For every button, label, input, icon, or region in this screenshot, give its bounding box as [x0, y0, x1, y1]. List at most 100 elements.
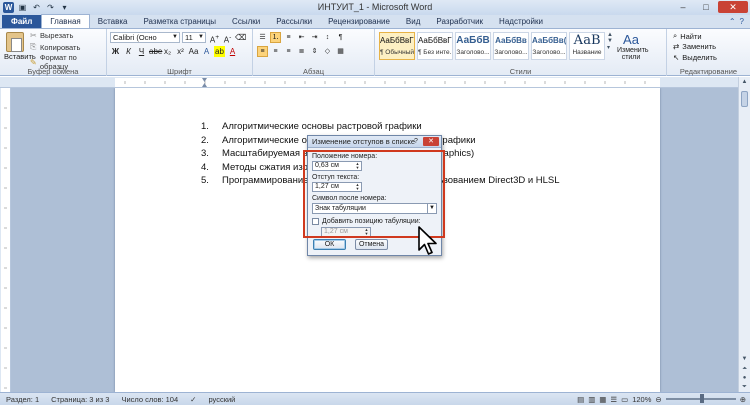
sort-icon[interactable]: ↕	[322, 32, 333, 43]
section-indicator[interactable]: Раздел: 1	[0, 395, 45, 404]
help-icon[interactable]: ?	[740, 17, 744, 26]
decrease-indent-icon[interactable]: ⇤	[296, 32, 307, 43]
bullets-icon[interactable]: ☰	[257, 32, 268, 43]
draft-view-icon[interactable]: ▭	[621, 395, 628, 404]
outline-view-icon[interactable]: ☰	[610, 395, 617, 404]
tab-view[interactable]: Вид	[398, 15, 428, 28]
style-normal[interactable]: АаБбВвГг, ¶ Обычный	[379, 32, 415, 60]
grow-font-icon[interactable]: A+	[209, 32, 220, 45]
print-layout-icon[interactable]: ▤	[577, 395, 584, 404]
tab-review[interactable]: Рецензирование	[320, 15, 398, 28]
tab-file[interactable]: Файл	[2, 15, 42, 28]
chevron-down-icon[interactable]: ▼	[427, 204, 436, 213]
select-button[interactable]: ↖ Выделить	[673, 53, 717, 62]
minimize-ribbon-icon[interactable]: ⌃	[729, 17, 736, 26]
numbering-icon[interactable]: ⒈	[270, 32, 281, 43]
tab-page-layout[interactable]: Разметка страницы	[135, 15, 224, 28]
bold-icon[interactable]: Ж	[110, 46, 121, 57]
subscript-icon[interactable]: x₂	[162, 46, 173, 57]
superscript-icon[interactable]: x²	[175, 46, 186, 57]
shading-icon[interactable]: ◇	[322, 46, 333, 57]
redo-icon[interactable]: ↷	[45, 2, 56, 13]
add-tab-checkbox[interactable]	[312, 218, 319, 225]
language-indicator[interactable]: русский	[202, 395, 241, 404]
help-icon[interactable]: ?	[411, 137, 421, 146]
change-styles-button[interactable]: Aa Изменить стили	[617, 32, 649, 61]
cut-button[interactable]: ✂ Вырезать	[30, 31, 73, 40]
zoom-in-icon[interactable]: ⊕	[740, 395, 746, 404]
number-position-input[interactable]: 0,63 см ▲ ▼	[312, 161, 362, 171]
dialog-title-bar[interactable]: Изменение отступов в списке ? ✕	[308, 136, 441, 148]
scroll-down-icon[interactable]: ▼	[739, 354, 750, 364]
style-no-spacing[interactable]: АаБбВвГг, ¶ Без инте...	[417, 32, 453, 60]
styles-scroll[interactable]: ▲ ▼ ▾	[607, 32, 615, 61]
dialog-close-button[interactable]: ✕	[423, 137, 439, 146]
font-name-box[interactable]: Calibri (Осно ▼	[110, 32, 180, 43]
spinner-arrows-icon[interactable]: ▲ ▼	[354, 162, 361, 170]
web-layout-icon[interactable]: ▦	[599, 395, 606, 404]
tab-insert[interactable]: Вставка	[90, 15, 136, 28]
highlight-icon[interactable]: ab	[214, 46, 225, 57]
full-screen-reading-icon[interactable]: ▥	[588, 395, 595, 404]
paste-button[interactable]: Вставить	[4, 32, 36, 61]
close-button[interactable]: ✕	[718, 1, 748, 13]
italic-icon[interactable]: К	[123, 46, 134, 57]
tab-mailings[interactable]: Рассылки	[268, 15, 320, 28]
tab-references[interactable]: Ссылки	[224, 15, 268, 28]
font-size-box[interactable]: 11 ▼	[182, 32, 206, 43]
word-count[interactable]: Число слов: 104	[115, 395, 184, 404]
add-tab-checkbox-row[interactable]: Добавить позицию табуляции:	[312, 217, 437, 226]
vertical-ruler[interactable]	[0, 88, 11, 392]
style-heading-2[interactable]: АаБбВв Заголово...	[493, 32, 529, 60]
save-icon[interactable]: ▣	[17, 2, 28, 13]
zoom-slider[interactable]	[665, 394, 736, 403]
style-heading-1[interactable]: АаБбВ Заголово...	[455, 32, 491, 60]
customize-toolbar-icon[interactable]: ▾	[59, 2, 70, 13]
borders-icon[interactable]: ▦	[335, 46, 346, 57]
align-center-icon[interactable]: ≡	[270, 46, 281, 57]
undo-icon[interactable]: ↶	[31, 2, 42, 13]
pilcrow-icon[interactable]: ¶	[335, 32, 346, 43]
cancel-button[interactable]: Отмена	[355, 239, 388, 250]
scrollbar-thumb[interactable]	[741, 91, 748, 107]
find-button[interactable]: ⌕ Найти	[673, 31, 702, 41]
vertical-scrollbar[interactable]: ▲ ▼ ⏶ ● ⏷	[738, 77, 750, 392]
text-effects-icon[interactable]: A	[201, 46, 212, 57]
zoom-out-icon[interactable]: ⊖	[655, 395, 661, 404]
increase-indent-icon[interactable]: ⇥	[309, 32, 320, 43]
scroll-up-icon[interactable]: ▲	[739, 77, 750, 87]
page-indicator[interactable]: Страница: 3 из 3	[45, 395, 115, 404]
word-logo-icon[interactable]: W	[3, 2, 14, 13]
copy-button[interactable]: ⎘ Копировать	[30, 42, 80, 52]
align-left-icon[interactable]: ≡	[257, 46, 268, 57]
tab-addins[interactable]: Надстройки	[491, 15, 551, 28]
line-spacing-icon[interactable]: ⇕	[309, 46, 320, 57]
horizontal-ruler[interactable]	[0, 77, 750, 88]
next-page-icon[interactable]: ⏷	[739, 382, 750, 392]
clear-format-icon[interactable]: ⌫	[235, 32, 246, 43]
follow-number-select[interactable]: Знак табуляции ▼	[312, 203, 437, 214]
zoom-slider-knob[interactable]	[700, 394, 705, 403]
multilevel-list-icon[interactable]: ≡	[283, 32, 294, 43]
style-heading-3[interactable]: АаБбВв(Заголово...	[531, 32, 567, 60]
tab-developer[interactable]: Разработчик	[428, 15, 491, 28]
align-right-icon[interactable]: ≡	[283, 46, 294, 57]
minimize-button[interactable]: –	[672, 1, 694, 13]
change-case-icon[interactable]: Аа	[188, 46, 199, 57]
text-indent-input[interactable]: 1,27 см ▲ ▼	[312, 182, 362, 192]
zoom-level[interactable]: 120%	[632, 395, 651, 404]
style-title[interactable]: АаВ Название	[569, 32, 605, 60]
shrink-font-icon[interactable]: A-	[222, 32, 233, 45]
strikethrough-icon[interactable]: abe	[149, 46, 162, 57]
replace-button[interactable]: ⇄ Заменить	[673, 42, 716, 51]
list-item[interactable]: 1. Алгоритмические основы растровой графи…	[201, 120, 422, 134]
spellcheck-icon[interactable]: ✓	[184, 395, 202, 404]
spinner-arrows-icon[interactable]: ▲ ▼	[354, 183, 361, 191]
maximize-button[interactable]: □	[695, 1, 717, 13]
font-color-icon[interactable]: A	[227, 46, 238, 57]
tab-home[interactable]: Главная	[41, 14, 90, 28]
underline-icon[interactable]: Ч	[136, 46, 147, 57]
more-styles-icon[interactable]: ▾	[607, 44, 615, 51]
justify-icon[interactable]: ≣	[296, 46, 307, 57]
ok-button[interactable]: ОК	[313, 239, 346, 250]
